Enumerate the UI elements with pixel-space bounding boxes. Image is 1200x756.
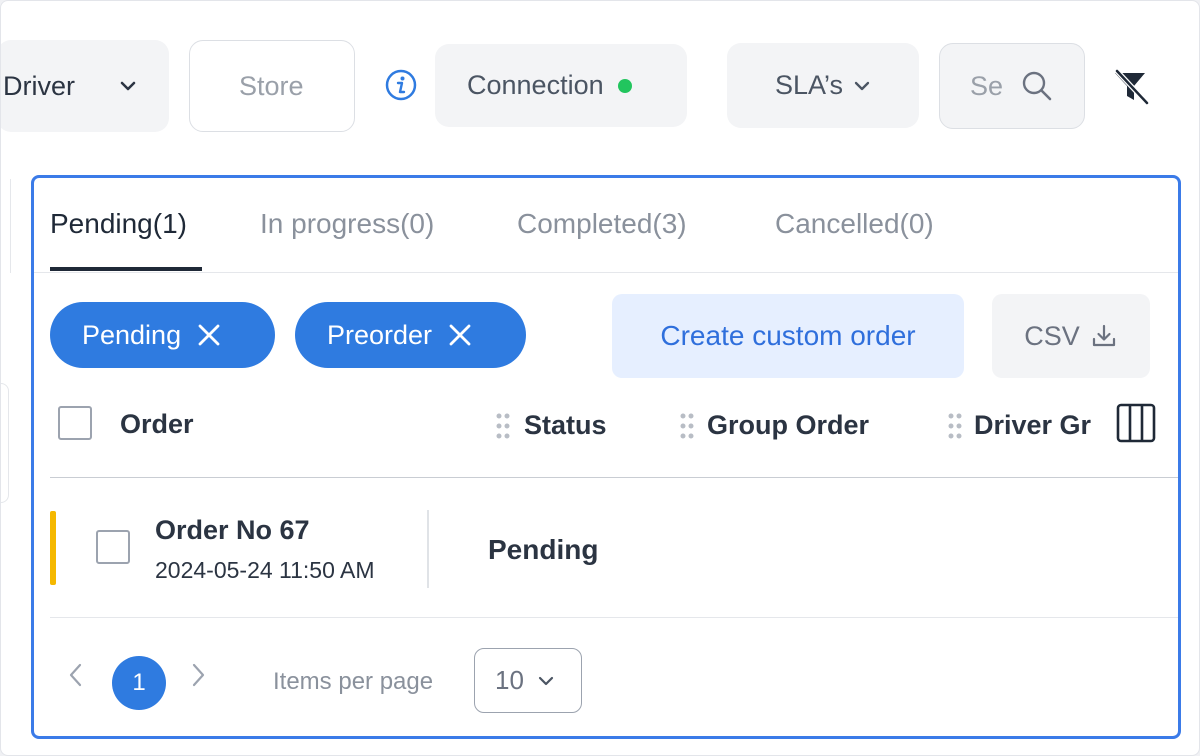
pagination: 1 Items per page 10 bbox=[34, 638, 1178, 718]
column-header-status[interactable]: Status bbox=[524, 410, 607, 441]
chevron-down-icon bbox=[538, 676, 554, 685]
orders-card: Pending(1) In progress(0) Completed(3) C… bbox=[31, 175, 1181, 739]
search-icon[interactable] bbox=[1020, 69, 1054, 103]
order-status-indicator bbox=[50, 511, 56, 585]
search-placeholder: Se bbox=[970, 70, 1004, 101]
drag-handle-icon[interactable] bbox=[948, 413, 962, 439]
csv-label: CSV bbox=[1024, 320, 1080, 351]
row-checkbox[interactable] bbox=[96, 530, 130, 564]
drag-handle-icon[interactable] bbox=[680, 413, 694, 439]
chevron-left-icon[interactable] bbox=[64, 660, 88, 690]
page-number-current[interactable]: 1 bbox=[112, 656, 166, 710]
background-panel bbox=[1, 383, 9, 503]
search-input[interactable]: Se bbox=[939, 43, 1085, 129]
column-header-group-order[interactable]: Group Order bbox=[707, 410, 869, 441]
order-number[interactable]: Order No 67 bbox=[155, 515, 310, 546]
items-per-page-select[interactable]: 10 bbox=[474, 648, 582, 713]
active-tab-indicator bbox=[50, 267, 202, 271]
download-icon bbox=[1092, 324, 1115, 347]
order-date: 2024-05-24 11:50 AM bbox=[155, 557, 375, 583]
store-input-placeholder: Store bbox=[239, 70, 304, 101]
background-panel bbox=[1, 179, 11, 273]
filter-chip-preorder[interactable]: Preorder bbox=[295, 302, 526, 368]
filter-chip-pending[interactable]: Pending bbox=[50, 302, 275, 368]
table-header: Order Status Group Order Driver Gr bbox=[50, 393, 1178, 478]
filter-chip-label: Pending bbox=[82, 319, 182, 350]
chevron-down-icon bbox=[854, 81, 870, 90]
sla-dropdown-label: SLA’s bbox=[774, 70, 844, 100]
column-divider bbox=[427, 510, 429, 588]
orders-page: Driver Store Connection SLA’s Se Pending… bbox=[0, 0, 1200, 756]
tab-completed[interactable]: Completed(3) bbox=[517, 208, 687, 240]
driver-dropdown-label: Driver bbox=[3, 70, 75, 101]
tab-pending[interactable]: Pending(1) bbox=[50, 208, 187, 240]
select-all-checkbox[interactable] bbox=[58, 406, 92, 440]
table-row[interactable]: Order No 67 2024-05-24 11:50 AM Pending bbox=[50, 478, 1178, 618]
clear-filter-icon[interactable] bbox=[1111, 67, 1151, 107]
tab-in-progress[interactable]: In progress(0) bbox=[260, 208, 434, 240]
chevron-right-icon[interactable] bbox=[186, 660, 210, 690]
close-icon[interactable] bbox=[197, 323, 221, 347]
driver-dropdown[interactable]: Driver bbox=[1, 40, 169, 132]
order-status: Pending bbox=[488, 534, 599, 565]
info-icon[interactable] bbox=[385, 69, 417, 101]
order-tabs: Pending(1) In progress(0) Completed(3) C… bbox=[34, 178, 1178, 273]
tab-cancelled[interactable]: Cancelled(0) bbox=[775, 208, 934, 240]
csv-export-button[interactable]: CSV bbox=[992, 294, 1150, 378]
create-custom-order-button[interactable]: Create custom order bbox=[612, 294, 964, 378]
items-per-page-label: Items per page bbox=[273, 668, 434, 695]
column-header-driver-group[interactable]: Driver Gr bbox=[974, 410, 1102, 441]
store-input[interactable]: Store bbox=[189, 40, 355, 132]
connection-label: Connection bbox=[467, 70, 604, 100]
columns-settings-icon[interactable] bbox=[1116, 403, 1156, 443]
close-icon[interactable] bbox=[448, 323, 472, 347]
connection-status[interactable]: Connection bbox=[435, 44, 687, 127]
items-per-page-value: 10 bbox=[495, 665, 524, 695]
column-header-order[interactable]: Order bbox=[120, 409, 194, 440]
connection-status-dot bbox=[617, 78, 632, 93]
filter-chip-label: Preorder bbox=[327, 319, 433, 350]
chevron-down-icon bbox=[120, 81, 136, 91]
drag-handle-icon[interactable] bbox=[496, 413, 510, 439]
sla-dropdown[interactable]: SLA’s bbox=[727, 43, 919, 128]
